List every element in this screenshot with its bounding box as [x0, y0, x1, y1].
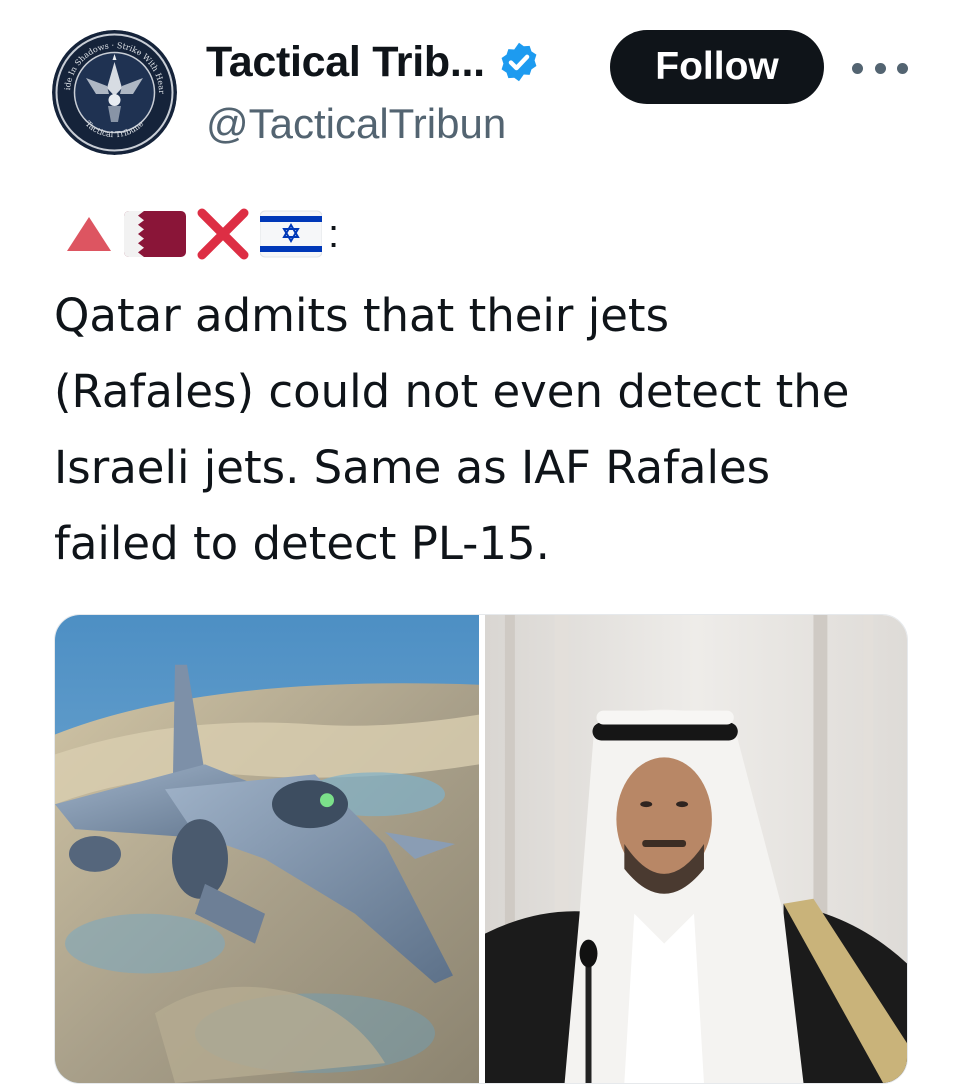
portrait-photo-icon	[485, 615, 907, 1083]
tweet-text-line: (Rafales) could not even detect the	[54, 365, 850, 418]
tweet-text: Qatar admits that their jets (Rafales) c…	[54, 278, 934, 582]
israel-flag-icon	[260, 210, 322, 258]
emblem-logo-icon: Hide In Shadows · Strike With Heart Tact…	[52, 30, 177, 155]
cross-mark-icon	[197, 208, 249, 260]
emoji-suffix: :	[328, 212, 340, 256]
tweet-text-line: failed to detect PL-15.	[54, 517, 550, 570]
qatar-flag-icon	[124, 211, 186, 257]
author-display-name[interactable]: Tactical Trib...	[206, 38, 485, 87]
tweet-emoji-row: :	[62, 204, 339, 264]
verified-badge-icon	[501, 42, 537, 82]
author-name-row[interactable]: Tactical Trib...	[206, 38, 541, 86]
fighter-jet-photo-icon	[55, 615, 479, 1083]
red-triangle-up-icon	[67, 217, 111, 251]
dot	[852, 62, 863, 74]
follow-button[interactable]: Follow	[610, 30, 824, 104]
tweet-text-line: Qatar admits that their jets	[54, 289, 670, 342]
dot	[897, 62, 908, 74]
more-options-icon[interactable]	[852, 54, 908, 82]
media-image-portrait[interactable]	[485, 615, 907, 1083]
tweet-media-grid	[54, 614, 908, 1084]
dot	[874, 62, 886, 74]
author-handle[interactable]: @TacticalTribun	[206, 100, 506, 148]
tweet-text-line: Israeli jets. Same as IAF Rafales	[54, 441, 771, 494]
media-image-fighter-jet[interactable]	[55, 615, 479, 1083]
author-avatar[interactable]: Hide In Shadows · Strike With Heart Tact…	[52, 30, 177, 155]
